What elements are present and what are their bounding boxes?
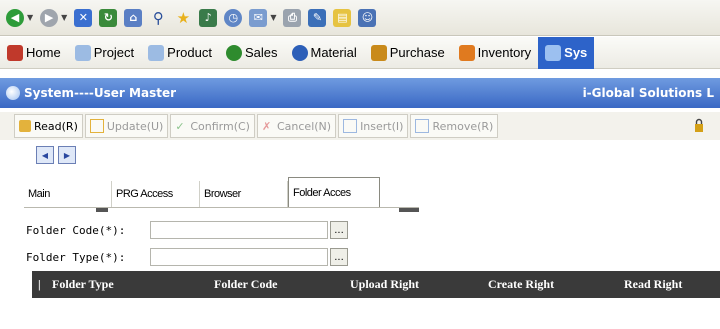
module-material[interactable]: Material bbox=[285, 37, 364, 69]
project-module-icon bbox=[74, 44, 91, 61]
favorites-icon[interactable]: ★ bbox=[174, 9, 192, 27]
folder-code-input[interactable] bbox=[150, 221, 328, 239]
column-folder-code[interactable]: Folder Code bbox=[214, 277, 277, 292]
home-icon[interactable]: ⌂ bbox=[124, 8, 143, 27]
inventory-module-icon bbox=[458, 44, 475, 61]
module-product[interactable]: Product bbox=[141, 37, 219, 69]
mail-icon[interactable]: ✉ bbox=[249, 8, 268, 27]
tab-main[interactable]: Main bbox=[24, 181, 112, 207]
folder-code-row: Folder Code(*): ... bbox=[26, 219, 348, 241]
module-sales[interactable]: Sales bbox=[219, 37, 285, 69]
folder-type-input[interactable] bbox=[150, 248, 328, 266]
column-read-right[interactable]: Read Right bbox=[624, 277, 682, 292]
stop-icon[interactable]: ✕ bbox=[74, 8, 93, 27]
tab-prg-access[interactable]: PRG Access bbox=[112, 181, 200, 207]
purchase-module-icon bbox=[370, 44, 387, 61]
update-button[interactable]: Update(U) bbox=[84, 114, 169, 138]
update-label: Update(U) bbox=[106, 119, 164, 133]
remove-button[interactable]: Remove(R) bbox=[410, 114, 499, 138]
insert-icon bbox=[343, 119, 358, 133]
module-label: Home bbox=[26, 45, 61, 60]
module-label: Inventory bbox=[477, 45, 532, 60]
insert-button[interactable]: Insert(I) bbox=[338, 114, 409, 138]
cancel-icon: ✗ bbox=[261, 120, 272, 133]
module-label: Sales bbox=[244, 45, 278, 60]
module-menu: Home Project Product Sales Material Purc… bbox=[0, 36, 720, 69]
next-record-icon[interactable]: ▶ bbox=[58, 146, 76, 164]
module-inventory[interactable]: Inventory bbox=[452, 37, 538, 69]
folder-code-lookup-button[interactable]: ... bbox=[330, 221, 348, 239]
page-title: System----User Master bbox=[24, 86, 177, 100]
browser-toolbar: ◀ ▼ ▶ ▼ ✕ ↻ ⌂ ⚲ ★ ♪ ◷ ✉ ▼ ⎙ ✎ ▤ ☺ bbox=[0, 0, 720, 36]
print-icon[interactable]: ⎙ bbox=[283, 8, 302, 27]
product-module-icon bbox=[148, 44, 165, 61]
confirm-button[interactable]: ✓ Confirm(C) bbox=[170, 114, 255, 138]
tab-folder-access[interactable]: Folder Acces bbox=[288, 177, 380, 207]
confirm-label: Confirm(C) bbox=[190, 119, 250, 133]
system-icon bbox=[6, 86, 20, 100]
module-system[interactable]: Sys bbox=[538, 36, 595, 69]
divider bbox=[96, 208, 108, 212]
sales-module-icon bbox=[225, 44, 242, 61]
chevron-down-icon[interactable]: ▼ bbox=[61, 13, 67, 22]
edit-icon[interactable]: ✎ bbox=[308, 8, 327, 27]
column-upload-right[interactable]: Upload Right bbox=[350, 277, 419, 292]
home-module-icon bbox=[7, 44, 23, 61]
read-button[interactable]: Read(R) bbox=[14, 114, 83, 138]
back-icon[interactable]: ◀ bbox=[6, 8, 24, 27]
lock-icon[interactable] bbox=[694, 118, 704, 132]
module-label: Sys bbox=[564, 45, 588, 60]
update-icon bbox=[89, 119, 104, 133]
tab-browser[interactable]: Browser bbox=[200, 181, 288, 207]
cancel-button[interactable]: ✗ Cancel(N) bbox=[256, 114, 337, 138]
refresh-icon[interactable]: ↻ bbox=[99, 8, 118, 27]
messenger-icon[interactable]: ☺ bbox=[358, 8, 377, 27]
remove-label: Remove(R) bbox=[432, 119, 494, 133]
folder-type-lookup-button[interactable]: ... bbox=[330, 248, 348, 266]
discuss-icon[interactable]: ▤ bbox=[333, 8, 352, 27]
module-label: Project bbox=[93, 45, 135, 60]
module-label: Material bbox=[310, 45, 357, 60]
company-name: i-Global Solutions L bbox=[582, 86, 714, 100]
module-home[interactable]: Home bbox=[0, 37, 68, 69]
forward-icon[interactable]: ▶ bbox=[40, 8, 59, 27]
module-purchase[interactable]: Purchase bbox=[364, 37, 452, 69]
remove-icon bbox=[415, 119, 430, 133]
folder-type-label: Folder Type(*): bbox=[26, 250, 126, 264]
search-icon[interactable]: ⚲ bbox=[149, 9, 167, 27]
tab-bar: Main PRG Access Browser Folder Acces bbox=[24, 177, 380, 207]
module-project[interactable]: Project bbox=[68, 37, 141, 69]
column-create-right[interactable]: Create Right bbox=[488, 277, 554, 292]
history-icon[interactable]: ◷ bbox=[224, 8, 243, 27]
read-icon bbox=[19, 120, 31, 132]
divider bbox=[399, 208, 419, 212]
media-icon[interactable]: ♪ bbox=[199, 8, 218, 27]
check-icon: ✓ bbox=[175, 120, 185, 133]
action-toolbar: Read(R) Update(U) ✓ Confirm(C) ✗ Cancel(… bbox=[0, 112, 720, 140]
tab-divider bbox=[24, 207, 419, 208]
material-module-icon bbox=[291, 44, 308, 61]
folder-type-row: Folder Type(*): ... bbox=[26, 246, 348, 268]
window-title-bar: System----User Master i-Global Solutions… bbox=[0, 78, 720, 108]
grid-header: | Folder Type Folder Code Upload Right C… bbox=[32, 271, 720, 298]
record-navigation: ◀ ▶ bbox=[36, 146, 76, 164]
folder-code-label: Folder Code(*): bbox=[26, 223, 126, 237]
grid-column-separator: | bbox=[38, 277, 41, 291]
read-label: Read(R) bbox=[34, 119, 78, 133]
insert-label: Insert(I) bbox=[360, 119, 404, 133]
column-folder-type[interactable]: Folder Type bbox=[52, 277, 114, 292]
grid-body bbox=[32, 298, 720, 329]
cancel-label: Cancel(N) bbox=[276, 119, 332, 133]
previous-record-icon[interactable]: ◀ bbox=[36, 146, 54, 164]
chevron-down-icon[interactable]: ▼ bbox=[27, 13, 33, 22]
chevron-down-icon[interactable]: ▼ bbox=[270, 13, 276, 22]
system-module-icon bbox=[545, 44, 562, 61]
module-label: Purchase bbox=[389, 45, 445, 60]
module-label: Product bbox=[167, 45, 212, 60]
